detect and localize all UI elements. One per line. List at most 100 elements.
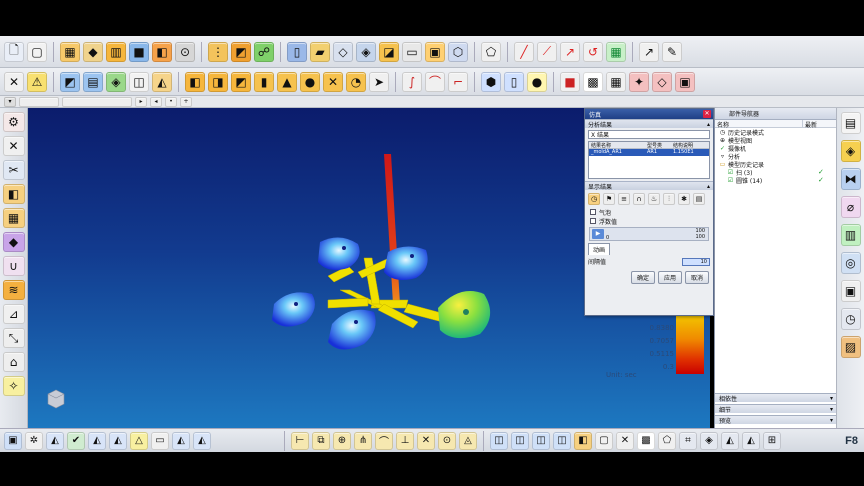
magnet-icon[interactable]: ∪ xyxy=(2,256,25,276)
trim-icon[interactable]: ▰ xyxy=(310,41,330,62)
animation-slider[interactable]: ▶ 0 100 100 xyxy=(589,227,709,241)
intersect-icon[interactable]: ◩ xyxy=(231,71,251,92)
view-section-icon[interactable]: ▢ xyxy=(595,431,613,450)
wireframe-icon[interactable]: ⊞ xyxy=(763,431,781,450)
view-bottom-icon[interactable]: ◫ xyxy=(553,431,571,450)
snap-point-icon[interactable]: • xyxy=(165,96,177,107)
bridge-icon[interactable]: ⬡ xyxy=(448,41,468,62)
palette-icon[interactable]: ▨ xyxy=(840,336,861,358)
pan-icon[interactable]: ◭ xyxy=(721,431,739,450)
axis-icon[interactable]: ⊿ xyxy=(2,304,25,324)
view-back-icon[interactable]: ◫ xyxy=(511,431,529,450)
dialog-titlebar[interactable]: 仿真 ✕ xyxy=(585,109,713,119)
view-front-icon[interactable]: ◫ xyxy=(490,431,508,450)
subtract-icon[interactable]: ◨ xyxy=(208,71,228,92)
tree-item-model-history[interactable]: ▭ 模型历史记录 xyxy=(715,160,836,169)
f8-key-label[interactable]: F8 xyxy=(845,435,858,447)
tree-item-sweep[interactable]: ☑ 扫 (3) ✓ xyxy=(715,168,836,177)
select-icon[interactable]: ▸ xyxy=(135,96,147,107)
new-icon[interactable]: 🗋 xyxy=(4,41,24,62)
shell-icon[interactable]: ◫ xyxy=(129,71,149,92)
draft-icon[interactable]: ◭ xyxy=(152,71,172,92)
shade-icon[interactable]: ◭ xyxy=(742,431,760,450)
table-row[interactable]: _moldA_AR1 AR1 1.150E1 xyxy=(589,149,709,156)
snap-icon[interactable]: ✦ xyxy=(629,71,649,92)
patch-icon[interactable]: ▭ xyxy=(402,41,422,62)
close-icon[interactable]: ✕ xyxy=(703,110,711,118)
collapse-icon[interactable]: ▴ xyxy=(707,121,710,128)
snap-center-icon[interactable]: ⊕ xyxy=(333,431,351,450)
bulb-icon[interactable]: ♨ xyxy=(648,193,660,205)
sketch-curve-icon[interactable]: ∫ xyxy=(402,71,422,92)
tree-item-cone[interactable]: ☑ 圆锥 (14) ✓ xyxy=(715,176,836,185)
box-icon[interactable]: ■ xyxy=(129,41,149,62)
deselect-icon[interactable]: ◂ xyxy=(150,96,162,107)
library-icon[interactable]: ▥ xyxy=(840,224,861,246)
filter-icon[interactable]: ▾ xyxy=(4,96,16,107)
sphere-icon[interactable]: ● xyxy=(300,71,320,92)
stack-icon[interactable]: ≡ xyxy=(618,193,630,205)
roles-icon[interactable]: ⚙ xyxy=(2,112,25,132)
checkbox[interactable] xyxy=(590,218,596,224)
play-icon[interactable]: ▶ xyxy=(592,229,604,239)
rate-input[interactable]: 10 xyxy=(682,257,710,266)
snap-tangent-icon[interactable]: ⌒ xyxy=(375,431,393,450)
snap-grid-icon[interactable]: ✲ xyxy=(25,431,43,450)
clip-icon[interactable]: ⌂ xyxy=(2,352,25,372)
render-icon[interactable]: ■ xyxy=(560,71,580,92)
document-icon[interactable]: ▤ xyxy=(840,112,861,134)
arrow-icon[interactable]: ➤ xyxy=(369,71,389,92)
point-icon[interactable]: ↗ xyxy=(639,41,659,62)
part-icon[interactable]: ◆ xyxy=(2,232,25,252)
pattern-icon[interactable]: ⋮ xyxy=(208,41,228,62)
datum-icon[interactable]: ✎ xyxy=(662,41,682,62)
snap-intersect-icon[interactable]: ✕ xyxy=(417,431,435,450)
close-icon[interactable]: ✕ xyxy=(4,71,24,92)
body-icon[interactable]: ◭ xyxy=(109,431,127,450)
snap-point-icon[interactable]: ⊙ xyxy=(438,431,456,450)
fillet-curve-icon[interactable]: ⌐ xyxy=(448,71,468,92)
checkbox-row[interactable]: 浮数值 xyxy=(590,217,708,226)
edge-filter-icon[interactable]: ◭ xyxy=(193,431,211,450)
feature-icon[interactable]: ◭ xyxy=(88,431,106,450)
grid-icon[interactable]: ▦ xyxy=(606,71,626,92)
delete-face-icon[interactable]: ✕ xyxy=(323,71,343,92)
checkbox-row[interactable]: 气泡 xyxy=(590,208,708,217)
hole-icon[interactable]: ⊙ xyxy=(175,41,195,62)
reuse-icon[interactable]: ⌀ xyxy=(840,196,861,218)
assembly-icon[interactable]: ◈ xyxy=(840,140,861,162)
deselect-icon[interactable]: ✕ xyxy=(616,431,634,450)
clock-icon[interactable]: ◷ xyxy=(588,193,600,205)
cut-icon[interactable]: ◧ xyxy=(152,41,172,62)
check-icon[interactable]: ✔ xyxy=(67,431,85,450)
extrude-icon[interactable]: ▥ xyxy=(106,41,126,62)
measure-icon[interactable]: ⬠ xyxy=(481,41,501,62)
edge-icon[interactable]: ◆ xyxy=(83,41,103,62)
pipe-icon[interactable]: ∩ xyxy=(633,193,645,205)
cylinder-icon[interactable]: ▮ xyxy=(254,71,274,92)
light-icon[interactable]: ● xyxy=(527,71,547,92)
stack-icon[interactable]: ▦ xyxy=(2,208,25,228)
color-icon[interactable]: ▩ xyxy=(637,431,655,450)
surface-icon[interactable]: ▯ xyxy=(287,41,307,62)
select-face-icon[interactable]: ◭ xyxy=(46,431,64,450)
snap-face-icon[interactable]: ◬ xyxy=(459,431,477,450)
snap-end-icon[interactable]: + xyxy=(180,96,192,107)
loft-icon[interactable]: ◈ xyxy=(106,71,126,92)
wrench-icon[interactable]: ✂ xyxy=(2,160,25,180)
union-icon[interactable]: ◧ xyxy=(185,71,205,92)
point-filter-icon[interactable]: △ xyxy=(130,431,148,450)
sheet-filter-icon[interactable]: ▭ xyxy=(151,431,169,450)
blank-icon[interactable]: ▢ xyxy=(27,41,47,62)
rotate-icon[interactable]: ◈ xyxy=(700,431,718,450)
cone-icon[interactable]: ▲ xyxy=(277,71,297,92)
flag-icon[interactable]: ⚑ xyxy=(603,193,615,205)
navigator-footer-dependencies[interactable]: 相依性 ▾ xyxy=(715,393,837,403)
history-clock-icon[interactable]: ◷ xyxy=(840,308,861,330)
snap-mid-icon[interactable]: ⧉ xyxy=(312,431,330,450)
type-filter[interactable] xyxy=(19,96,59,107)
mesh-icon[interactable]: ▤ xyxy=(83,71,103,92)
results-section-header[interactable]: 分析结果 ▴ xyxy=(585,119,713,129)
cross-icon[interactable]: ✕ xyxy=(2,136,25,156)
mold-icon[interactable]: ◩ xyxy=(231,41,251,62)
